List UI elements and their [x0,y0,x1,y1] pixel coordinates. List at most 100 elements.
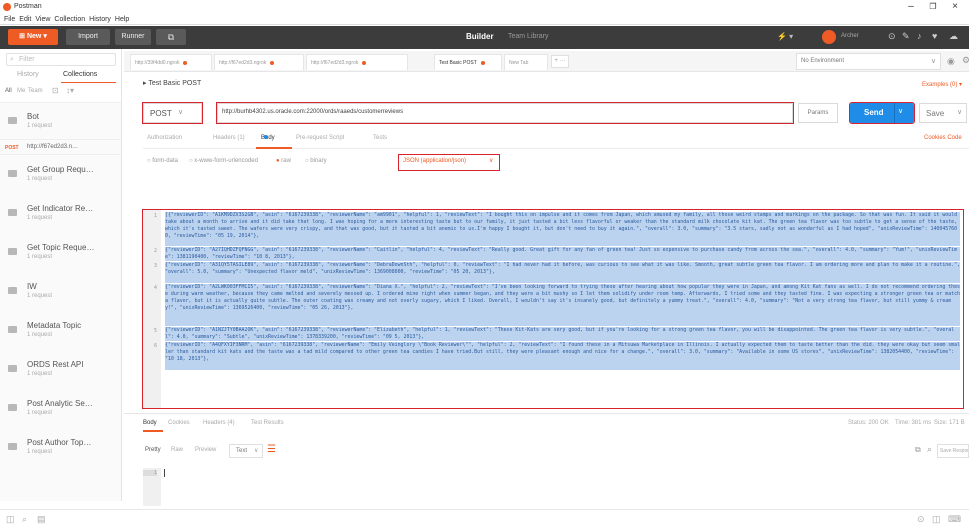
collection-item[interactable]: Bot 1 request [0,103,122,139]
radio-urlencoded[interactable]: ○ x-www-form-urlencoded [189,158,258,164]
filter-team[interactable]: Team [28,88,43,94]
interceptor-icon[interactable]: ⚡ ▾ [777,32,817,44]
request-tab[interactable]: http://39f4dd0.ngrok [130,54,212,70]
copy-icon[interactable]: ⧉ [915,445,921,455]
chevron-down-icon: ∨ [957,109,963,116]
response-tab-test-results[interactable]: Test Results [251,420,284,426]
request-tab-active[interactable]: Test Basic POST [434,54,502,70]
collection-list: Bot 1 request POST http://f67ed2d3.n… Ge… [0,103,122,501]
folder-icon [8,287,17,294]
format-select[interactable]: Text ∨ [229,444,263,458]
menu-view[interactable]: View [35,14,50,25]
runner-button[interactable]: Runner [115,29,151,45]
tab-pre-request-script[interactable]: Pre-request Script [296,135,344,141]
maximize-icon[interactable]: ❐ [922,1,944,13]
sidebar-filter-input[interactable]: ⌕ Filter [6,53,116,66]
collection-item[interactable]: Get Group Requ… 1 request [0,156,122,190]
tab-authorization[interactable]: Authorization [147,135,182,141]
collection-item[interactable]: Metadata Topic 1 request [0,312,122,346]
collection-item[interactable]: Get Indicator Re… 1 request [0,195,122,229]
request-tabs-bar: http://39f4dd0.ngrok http://f67ed2d3.ngr… [124,51,969,72]
settings-icon[interactable]: ⚙ [962,55,969,66]
response-tab-body[interactable]: Body [143,420,157,426]
save-button[interactable]: Save ∨ [919,103,967,123]
chevron-down-icon: ∨ [489,158,494,164]
request-tab[interactable]: http://f67ed2d3.ngrok [214,54,304,70]
pretty-button[interactable]: Pretty [145,447,161,453]
menu-help[interactable]: Help [115,14,129,25]
examples-link[interactable]: Examples (0) ▾ [922,81,962,88]
search-icon[interactable]: ⌕ [22,514,27,525]
raw-button[interactable]: Raw [171,447,183,453]
new-window-button[interactable]: ⧉ [156,29,186,45]
content-type-select[interactable]: JSON (application/json) ∨ [398,154,500,171]
heart-icon[interactable]: ♥ [932,31,937,41]
preview-button[interactable]: Preview [195,447,216,453]
response-tab-cookies[interactable]: Cookies [168,420,190,426]
response-status: Status: 200 OK [848,420,889,426]
menu-history[interactable]: History [89,14,111,25]
menu-collection[interactable]: Collection [54,14,85,25]
menu-edit[interactable]: Edit [19,14,31,25]
save-response-button[interactable]: Save Response [937,444,969,458]
response-time: Time: 381 ms [895,420,932,426]
radio-raw[interactable]: ● raw [276,158,291,164]
collection-item[interactable]: Post Author Top… 1 request [0,429,122,463]
sidebar-toggle-icon[interactable]: ◫ [6,514,15,525]
folder-icon [8,209,17,216]
new-collection-icon[interactable]: ⊡ [52,86,59,95]
code-line: [{"reviewerID": "A1KM9DZV3S2GB", "asin":… [165,212,960,246]
filter-all[interactable]: All [5,88,12,94]
environment-select[interactable]: No Environment ∨ [796,53,941,70]
response-divider [124,413,969,414]
cookies-code-links[interactable]: Cookies Code [924,135,962,141]
menu-bar: File Edit View Collection History Help [0,14,969,25]
collection-item[interactable]: Get Topic Reque… 1 request [0,234,122,268]
wrap-lines-icon[interactable]: ☰ [267,444,276,455]
collection-item[interactable]: ORDS Rest API 1 request [0,351,122,385]
history-tab[interactable]: History [17,71,39,78]
bell-icon[interactable]: ♪ [917,31,922,41]
satellite-icon[interactable]: ⊙ [888,31,896,42]
collection-item[interactable]: Post Analytic Se… 1 request [0,390,122,424]
sync-icon[interactable] [822,30,836,44]
request-tab[interactable]: New Tab [504,54,548,70]
team-library-tab[interactable]: Team Library [508,33,548,40]
bootcamp-icon[interactable]: ⊙ [917,514,925,525]
menu-file[interactable]: File [4,14,15,25]
request-tab[interactable]: http://f67ed2d3.ngrok [306,54,408,70]
minimize-icon[interactable]: – [900,1,922,13]
method-select[interactable]: POST ∨ [142,102,203,124]
request-name[interactable]: ▸ Test Basic POST [143,79,201,87]
send-button[interactable]: Send ∨ [849,102,915,124]
import-button[interactable]: Import [66,29,110,45]
send-divider [894,103,895,123]
eye-icon[interactable]: ◉ [947,56,955,67]
response-body-viewer[interactable]: 1 [143,468,963,506]
collections-tab[interactable]: Collections [63,71,97,78]
radio-binary[interactable]: ○ binary [305,158,327,164]
builder-tab[interactable]: Builder [466,32,494,41]
search-icon[interactable]: ⌕ [927,444,932,455]
collection-item[interactable]: POST http://f67ed2d3.n… [0,139,122,155]
user-name[interactable]: Archer [841,33,859,39]
add-tab-button[interactable]: + ··· [551,55,569,68]
tab-tests[interactable]: Tests [373,135,387,141]
console-icon[interactable]: ▤ [37,514,46,525]
response-tabs: Body Cookies Headers (4) Test Results St… [143,418,969,432]
sort-icon[interactable]: ↕▾ [66,86,74,95]
url-input[interactable]: http://burhb4302.us.oracle.com:22000/ord… [216,102,794,124]
filter-me[interactable]: Me [17,88,25,94]
params-button[interactable]: Params [798,103,838,123]
layout-icon[interactable]: ◫ [932,514,941,525]
new-button[interactable]: ⊞ New ▾ [8,29,58,45]
wrench-icon[interactable]: ✎ [902,31,910,42]
response-tab-headers[interactable]: Headers (4) [203,420,235,426]
close-icon[interactable]: × [944,1,966,13]
collection-item[interactable]: IW 1 request [0,273,122,307]
chevron-down-icon: ∨ [930,58,936,65]
request-body-editor[interactable]: 1 [{"reviewerID": "A1KM9DZV3S2GB", "asin… [142,209,964,409]
cloud-icon[interactable]: ☁ [949,31,958,42]
keyboard-icon[interactable]: ⌨ [948,514,961,525]
radio-form-data[interactable]: ○ form-data [147,158,178,164]
